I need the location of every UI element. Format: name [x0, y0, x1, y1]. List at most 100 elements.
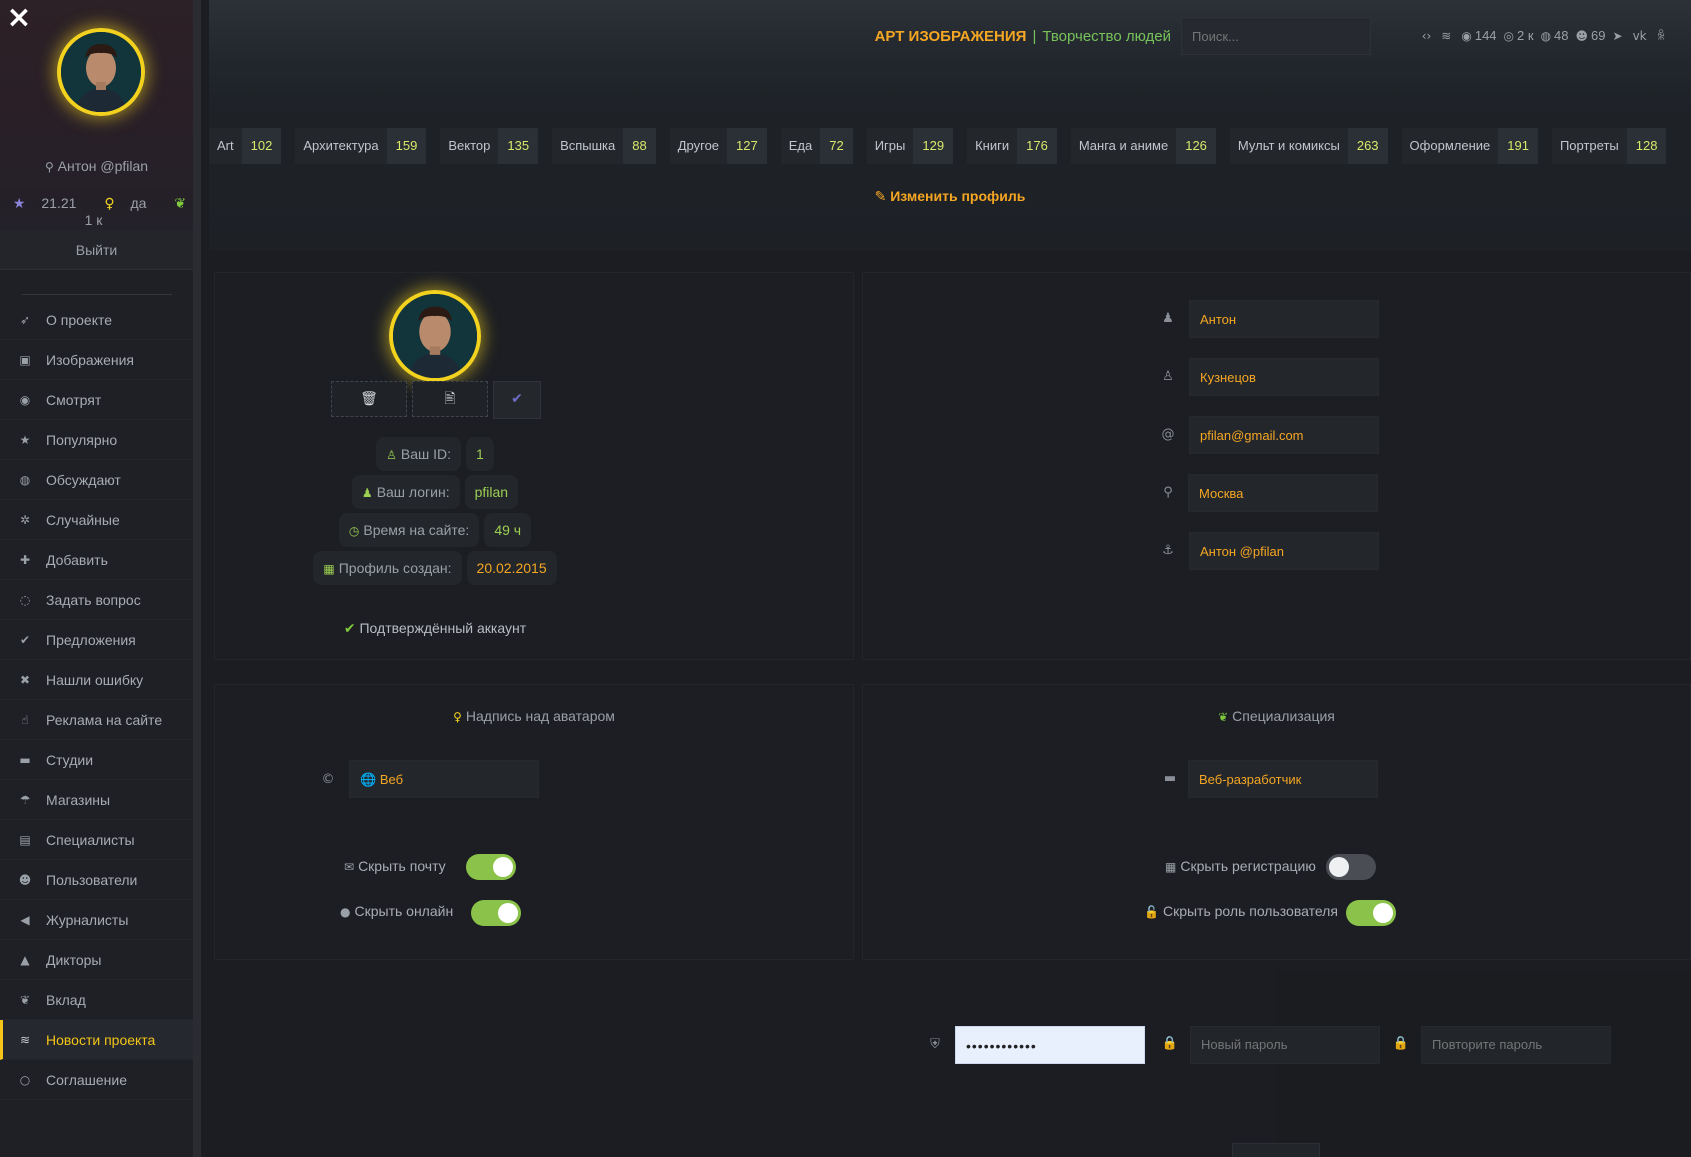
profile-avatar[interactable] — [389, 290, 481, 382]
leaf-icon: ❦ — [174, 196, 187, 212]
hide-online-label: ● Скрыть онлайн — [340, 903, 454, 919]
rss-stat[interactable]: ≋ — [1441, 28, 1454, 43]
sidebar-item[interactable]: ▣ Изображения — [0, 340, 193, 380]
caption-panel — [214, 684, 854, 960]
sidebar-item[interactable]: ≋ Новости проекта — [0, 1020, 193, 1060]
hide-email-toggle[interactable] — [466, 854, 516, 880]
category-tag[interactable]: Портреты 128 — [1551, 128, 1667, 164]
sidebar-item[interactable]: ☝ Реклама на сайте — [0, 700, 193, 740]
save-profile-button[interactable] — [1232, 1143, 1320, 1157]
header: АРТ ИЗОБРАЖЕНИЯ | Творчество людей ‹› ≋ ◉144… — [209, 0, 1691, 250]
at-icon: @ — [1161, 427, 1175, 442]
category-tag[interactable]: Архитектура 159 — [295, 128, 427, 164]
caption-field[interactable]: 🌐 Веб — [349, 760, 539, 798]
new-password-field[interactable] — [1190, 1026, 1380, 1064]
target-stat[interactable]: ◎ 2 к — [1504, 28, 1534, 43]
anchor-icon: ⚓ — [1162, 543, 1174, 558]
odnoklassniki-icon: ꆜ — [1656, 29, 1666, 43]
vk-stat[interactable]: vk — [1633, 28, 1650, 43]
sidebar-item-label: Задать вопрос — [46, 592, 141, 608]
telegram-stat[interactable]: ➤ — [1613, 28, 1626, 43]
hand-icon: ☝ — [21, 713, 29, 727]
edit-profile-link[interactable]: ✎ Изменить профиль — [209, 188, 1691, 205]
hide-registration-toggle[interactable] — [1326, 854, 1376, 880]
sidebar-nav: ➶ О проекте ▣ Изображения ◉ Смотрят ★ Популярно… — [0, 300, 193, 1100]
email-field[interactable]: pfilan@gmail.com — [1189, 416, 1379, 454]
star-icon: ★ — [12, 196, 26, 212]
category-tag[interactable]: Игры 129 — [866, 128, 954, 164]
image-icon: ▣ — [19, 353, 31, 367]
category-tag[interactable]: Еда 72 — [780, 128, 853, 164]
logout-button[interactable]: Выйти — [0, 230, 193, 270]
sidebar-item-label: Новости проекта — [46, 1032, 156, 1048]
city-field[interactable]: Москва — [1188, 474, 1378, 512]
link-icon: ⚲ — [44, 160, 54, 174]
sidebar-item-label: Вклад — [46, 992, 86, 1008]
sidebar-item[interactable]: ☂ Магазины — [0, 780, 193, 820]
sidebar-username: ⚲ Антон @pfilan — [44, 158, 149, 174]
rocket-icon: ➶ — [19, 313, 31, 327]
category-name: Архитектура — [303, 138, 379, 153]
header-banner — [209, 0, 1691, 100]
category-tag[interactable]: Art 102 — [209, 128, 282, 164]
eye-icon: ◉ — [1461, 29, 1472, 43]
target-icon: ◎ — [1503, 29, 1515, 43]
sidebar-item[interactable]: ○ Соглашение — [0, 1060, 193, 1100]
close-icon[interactable]: × — [6, 3, 32, 33]
umbrella-icon: ☂ — [19, 793, 31, 807]
sidebar-item[interactable]: ❦ Вклад — [0, 980, 193, 1020]
sidebar-item[interactable]: ▬ Студии — [0, 740, 193, 780]
users-icon: ☻ — [18, 873, 32, 887]
category-tag[interactable]: Вектор 135 — [440, 128, 539, 164]
site-brand[interactable]: АРТ ИЗОБРАЖЕНИЯ | Творчество людей — [875, 28, 1171, 45]
sidebar-item[interactable]: ➶ О проекте — [0, 300, 193, 340]
sidebar-item[interactable]: ◀ Журналисты — [0, 900, 193, 940]
specialization-field[interactable]: Веб-разработчик — [1188, 760, 1378, 798]
avatar-portrait — [61, 32, 141, 112]
sidebar-divider — [21, 294, 172, 295]
odnoklassniki-stat[interactable]: ꆜ — [1657, 28, 1669, 43]
hide-email-label: ✉ Скрыть почту — [344, 858, 446, 874]
hide-online-toggle[interactable] — [471, 900, 521, 926]
brand-separator: | — [1032, 28, 1037, 45]
sidebar-item[interactable]: ▲ Дикторы — [0, 940, 193, 980]
edit-icon: ✎ — [874, 189, 887, 205]
sidebar-item[interactable]: ☻ Пользователи — [0, 860, 193, 900]
hide-role-toggle[interactable] — [1346, 900, 1396, 926]
category-name: Оформление — [1409, 138, 1491, 153]
save-avatar-button[interactable]: ✔ — [493, 381, 541, 419]
category-bar: Art 102 Архитектура 159 Вектор 135 Вспышка 88 Др… — [209, 128, 1691, 164]
users-stat[interactable]: ☻ 69 — [1576, 28, 1606, 43]
current-password-field[interactable]: •••••••••••• — [955, 1026, 1145, 1064]
first-name-field[interactable]: Антон — [1189, 300, 1379, 338]
category-tag[interactable]: Мульт и комиксы 263 — [1229, 128, 1388, 164]
comments-stat[interactable]: ◍ 48 — [1541, 28, 1569, 43]
sidebar-item[interactable]: ◉ Смотрят — [0, 380, 193, 420]
delete-avatar-button[interactable]: 🗑 — [331, 381, 407, 417]
info-label: ♟ Ваш логин: — [351, 475, 460, 509]
code-stat[interactable]: ‹› — [1422, 28, 1435, 43]
category-tag[interactable]: Книги 176 — [967, 128, 1057, 164]
rss-icon: ≋ — [19, 1033, 31, 1047]
category-count: 129 — [913, 128, 954, 164]
repeat-password-field[interactable] — [1421, 1026, 1611, 1064]
search-input[interactable] — [1181, 17, 1371, 55]
eye-stat[interactable]: ◉ 144 — [1461, 28, 1496, 43]
sidebar-item[interactable]: ◌ Задать вопрос — [0, 580, 193, 620]
bullhorn-icon: ◀ — [20, 913, 30, 927]
sidebar-item[interactable]: ▤ Специалисты — [0, 820, 193, 860]
info-value: 1 — [466, 437, 494, 471]
avatar[interactable] — [57, 28, 145, 116]
upload-avatar-button[interactable]: 🖹 — [412, 381, 488, 417]
briefcase-icon: ▬ — [1163, 771, 1177, 786]
sidebar-item[interactable]: ✖ Нашли ошибку — [0, 660, 193, 700]
sidebar-item-label: Студии — [46, 752, 94, 768]
category-tag[interactable]: Манга и аниме 126 — [1070, 128, 1216, 164]
category-tag[interactable]: Оформление 191 — [1401, 128, 1538, 164]
brand-title[interactable]: АРТ ИЗОБРАЖЕНИЯ — [875, 28, 1027, 45]
display-name-field[interactable]: Антон @pfilan — [1189, 532, 1379, 570]
category-tag[interactable]: Другое 127 — [669, 128, 767, 164]
info-row: ◷ Время на сайте: 49 ч — [0, 513, 870, 547]
last-name-field[interactable]: Кузнецов — [1189, 358, 1379, 396]
category-tag[interactable]: Вспышка 88 — [552, 128, 656, 164]
